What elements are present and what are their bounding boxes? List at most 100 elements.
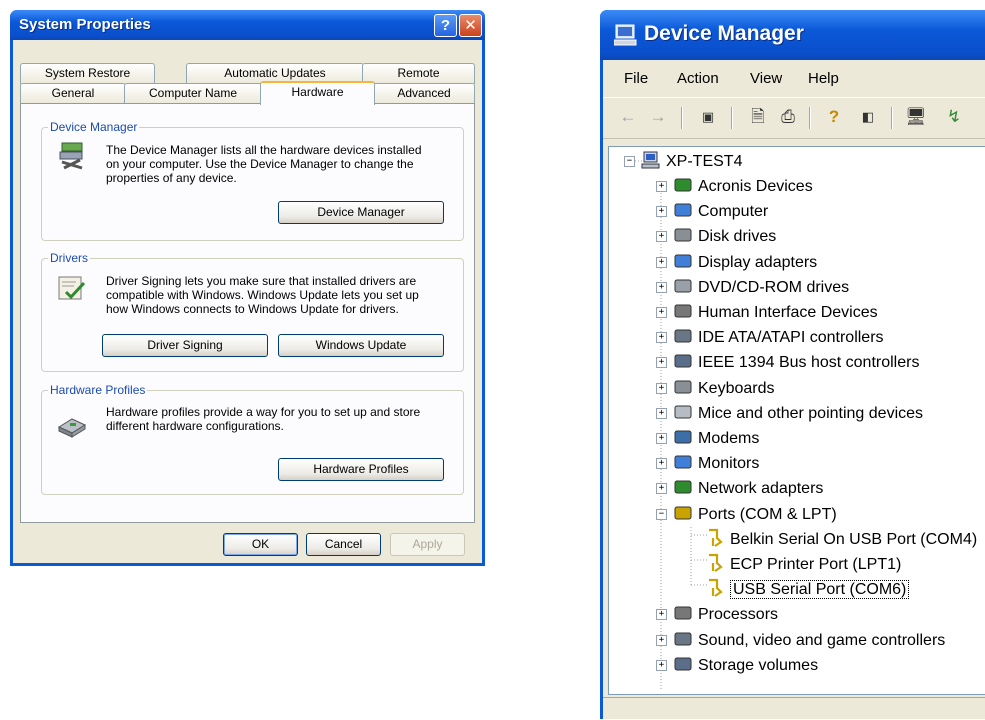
- tree-item-category[interactable]: Modems: [673, 427, 759, 449]
- print-icon[interactable]: ⎙: [777, 106, 799, 128]
- tree-item-category[interactable]: IEEE 1394 Bus host controllers: [673, 351, 919, 373]
- tab-advanced[interactable]: Advanced: [373, 83, 475, 104]
- menu-help[interactable]: Help: [808, 70, 839, 87]
- drivers-group: Drivers Driver Signing lets you make sur…: [41, 251, 464, 372]
- tree-item-category[interactable]: Ports (COM & LPT): [673, 503, 837, 525]
- ok-button[interactable]: OK: [223, 533, 298, 556]
- category-label: Sound, video and game controllers: [698, 631, 946, 649]
- expand-toggle[interactable]: −: [656, 508, 667, 520]
- category-label: Network adapters: [698, 480, 824, 498]
- menu-view[interactable]: View: [750, 70, 782, 87]
- tree-item-category[interactable]: Storage volumes: [673, 654, 818, 676]
- hardware-profiles-button[interactable]: Hardware Profiles: [278, 458, 444, 481]
- desc-line: The Device Manager lists all the hardwar…: [106, 143, 422, 157]
- tree-item-category[interactable]: Computer: [673, 200, 768, 222]
- device-category-icon: [674, 632, 692, 646]
- windows-update-button[interactable]: Windows Update: [278, 334, 444, 357]
- tab-general[interactable]: General: [20, 83, 126, 104]
- scan-hardware-icon[interactable]: 🖥: [905, 106, 927, 128]
- expand-toggle[interactable]: +: [656, 281, 667, 293]
- tree-item-category[interactable]: Keyboards: [673, 377, 775, 399]
- tree-item-category[interactable]: IDE ATA/ATAPI controllers: [673, 326, 884, 348]
- tree-item-port[interactable]: ECP Printer Port (LPT1): [705, 553, 901, 575]
- tree-item-category[interactable]: Acronis Devices: [673, 175, 813, 197]
- forward-icon[interactable]: →: [647, 106, 669, 128]
- group-legend: Drivers: [48, 251, 90, 265]
- expand-toggle[interactable]: +: [656, 458, 667, 470]
- help-icon[interactable]: ?: [823, 106, 845, 128]
- expand-toggle[interactable]: +: [656, 659, 667, 671]
- computer-icon: [641, 151, 660, 169]
- expand-toggle[interactable]: +: [656, 634, 667, 646]
- collapse-toggle[interactable]: −: [624, 156, 635, 167]
- tree-item-category[interactable]: Disk drives: [673, 225, 776, 247]
- expand-toggle[interactable]: +: [656, 307, 667, 318]
- category-label: Monitors: [698, 455, 760, 473]
- back-icon[interactable]: ←: [617, 106, 639, 128]
- tree-item-port[interactable]: USB Serial Port (COM6): [705, 578, 910, 600]
- device-category-icon: [674, 405, 692, 419]
- desc-line: how Windows connects to Windows Update f…: [106, 302, 399, 316]
- tab-hardware[interactable]: Hardware: [260, 81, 375, 105]
- expand-toggle[interactable]: +: [656, 206, 667, 218]
- tab-computer-name[interactable]: Computer Name: [124, 83, 262, 104]
- device-manager-group: Device Manager The Device Manager lists …: [41, 120, 464, 241]
- tree-item-port[interactable]: Belkin Serial On USB Port (COM4): [705, 528, 977, 550]
- expand-toggle[interactable]: +: [656, 332, 667, 344]
- device-manager-button[interactable]: Device Manager: [278, 201, 444, 224]
- desc-line: on your computer. Use the Device Manager…: [106, 157, 414, 171]
- properties-icon[interactable]: 🗎: [747, 106, 769, 128]
- close-button[interactable]: ✕: [459, 14, 482, 37]
- port-icon: [709, 528, 723, 547]
- tree-item-category[interactable]: Sound, video and game controllers: [673, 629, 945, 651]
- tree-item-category[interactable]: Monitors: [673, 452, 759, 474]
- apply-button[interactable]: Apply: [390, 533, 465, 556]
- hardware-tab-panel: Device Manager The Device Manager lists …: [20, 103, 475, 523]
- expand-toggle[interactable]: +: [656, 256, 667, 268]
- tree-item-category[interactable]: Processors: [673, 603, 778, 625]
- tab-remote[interactable]: Remote: [362, 63, 475, 84]
- console-tree-icon[interactable]: ▣: [697, 106, 719, 128]
- tree-item-category[interactable]: Mice and other pointing devices: [673, 402, 923, 424]
- tree-item-category[interactable]: DVD/CD-ROM drives: [673, 276, 849, 298]
- expand-toggle[interactable]: +: [656, 382, 667, 394]
- device-category-icon: [674, 329, 692, 343]
- tree-root[interactable]: XP-TEST4: [641, 150, 742, 172]
- expand-toggle[interactable]: +: [656, 407, 667, 419]
- expand-toggle[interactable]: +: [656, 433, 667, 444]
- details-icon[interactable]: ◧: [857, 106, 879, 128]
- device-manager-window: Device Manager File Action View Help ← →…: [600, 10, 985, 719]
- expand-toggle[interactable]: +: [656, 483, 667, 495]
- device-category-icon: [674, 430, 692, 444]
- more-icon[interactable]: ↯: [943, 106, 965, 128]
- category-label: DVD/CD-ROM drives: [698, 278, 850, 296]
- category-label: Modems: [698, 430, 760, 447]
- menu-file[interactable]: File: [624, 70, 648, 87]
- device-label: ECP Printer Port (LPT1): [730, 556, 902, 573]
- group-legend: Hardware Profiles: [48, 383, 148, 397]
- expand-toggle[interactable]: +: [656, 181, 667, 192]
- tab-system-restore[interactable]: System Restore: [20, 63, 155, 84]
- computer-icon: [614, 24, 637, 46]
- desc-line: Hardware profiles provide a way for you …: [106, 405, 421, 419]
- driver-signing-icon: [58, 276, 86, 300]
- hardware-profiles-icon: [57, 418, 87, 438]
- device-category-icon: [674, 380, 692, 394]
- menu-action[interactable]: Action: [677, 70, 719, 87]
- driver-signing-button[interactable]: Driver Signing: [102, 334, 268, 357]
- tree-item-category[interactable]: Display adapters: [673, 251, 817, 273]
- category-label: Storage volumes: [698, 656, 819, 674]
- dialog-body: System Restore Automatic Updates Remote …: [13, 40, 482, 563]
- expand-toggle[interactable]: +: [656, 231, 667, 243]
- title-bar[interactable]: Device Manager: [600, 10, 985, 60]
- expand-toggle[interactable]: +: [656, 357, 667, 369]
- tree-item-category[interactable]: Network adapters: [673, 477, 823, 499]
- cancel-button[interactable]: Cancel: [306, 533, 381, 556]
- toolbar-separator: [681, 107, 683, 129]
- tree-item-category[interactable]: Human Interface Devices: [673, 301, 878, 323]
- toolbar-separator: [731, 107, 733, 129]
- desc-line: Driver Signing lets you make sure that i…: [106, 274, 417, 288]
- help-button[interactable]: ?: [434, 14, 457, 37]
- title-bar[interactable]: System Properties ? ✕: [10, 10, 485, 40]
- expand-toggle[interactable]: +: [656, 609, 667, 621]
